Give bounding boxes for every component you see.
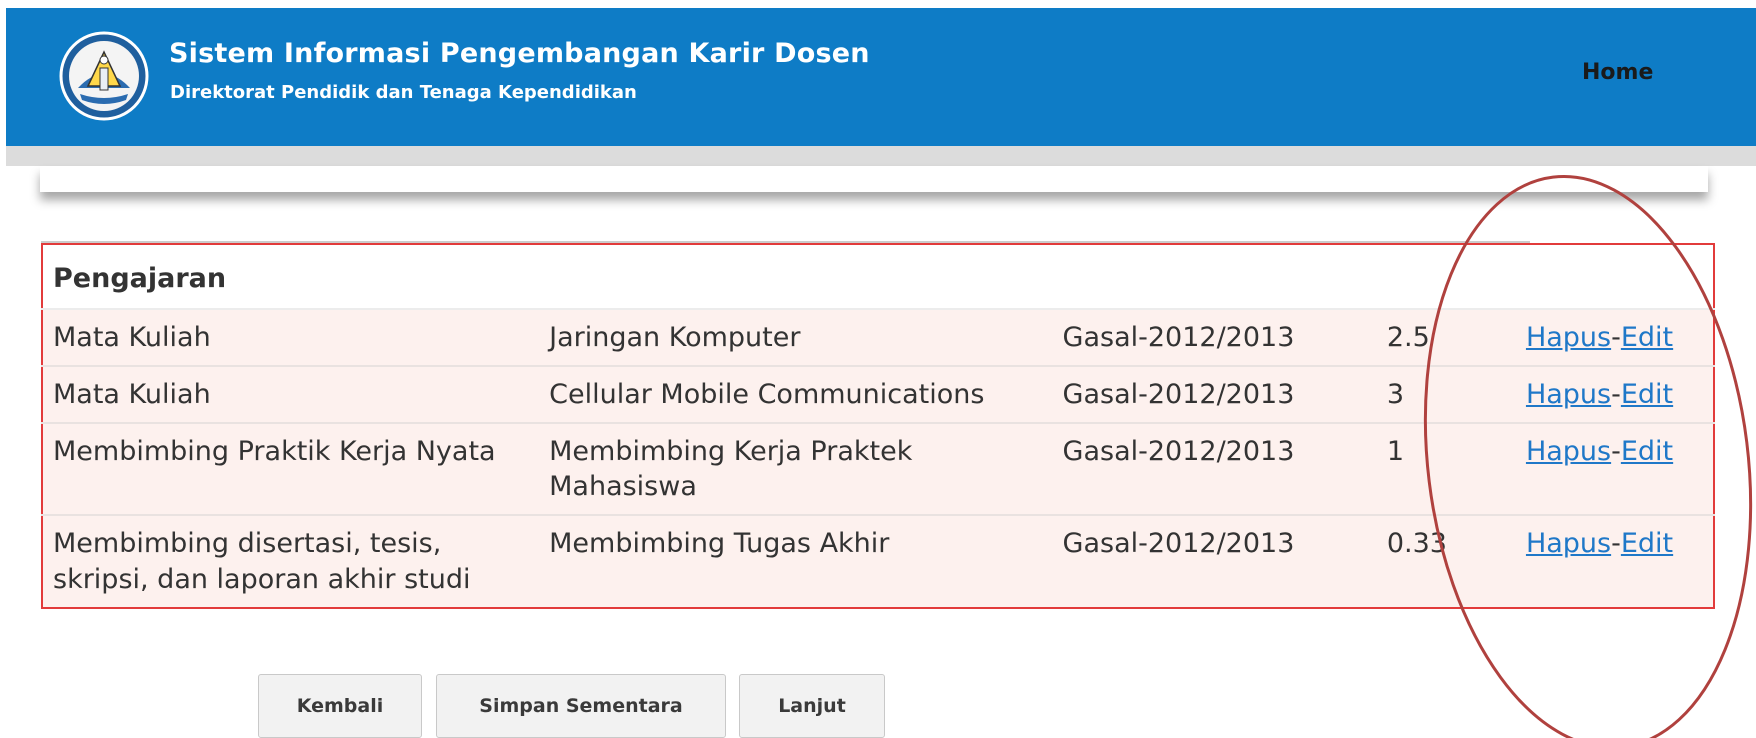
kategori-cell: Membimbing Praktik Kerja Nyata: [42, 423, 540, 517]
next-button[interactable]: Lanjut: [739, 674, 885, 738]
sks-cell: 2.5: [1376, 309, 1516, 368]
content-panel: [40, 166, 1708, 192]
top-header: Sistem Informasi Pengembangan Karir Dose…: [6, 8, 1756, 146]
table-row: Membimbing disertasi, tesis, skripsi, da…: [42, 515, 1714, 608]
nama-cell: Cellular Mobile Communications: [539, 366, 1053, 425]
action-separator: -: [1611, 379, 1621, 411]
sks-cell: 1: [1376, 423, 1516, 517]
kategori-cell: Mata Kuliah: [42, 366, 540, 425]
back-button[interactable]: Kembali: [258, 674, 422, 738]
nav-home-link[interactable]: Home: [1582, 60, 1653, 85]
nama-cell: Membimbing Tugas Akhir: [539, 515, 1053, 608]
semester-cell: Gasal-2012/2013: [1052, 309, 1377, 368]
sks-cell: 3: [1376, 366, 1516, 425]
table-row: Mata Kuliah Cellular Mobile Communicatio…: [42, 366, 1714, 425]
app-subtitle: Direktorat Pendidik dan Tenaga Kependidi…: [170, 82, 637, 103]
sks-cell: 0.33: [1376, 515, 1516, 608]
save-draft-button[interactable]: Simpan Sementara: [436, 674, 726, 738]
nama-cell: Jaringan Komputer: [539, 309, 1053, 368]
edit-link[interactable]: Edit: [1621, 436, 1673, 467]
action-separator: -: [1611, 528, 1621, 560]
action-cell: Hapus-Edit: [1515, 309, 1714, 368]
edit-link[interactable]: Edit: [1621, 322, 1673, 353]
header-divider-band: [6, 146, 1756, 166]
action-separator: -: [1611, 436, 1621, 468]
semester-cell: Gasal-2012/2013: [1052, 366, 1377, 425]
hapus-link[interactable]: Hapus: [1526, 322, 1611, 353]
semester-cell: Gasal-2012/2013: [1052, 423, 1377, 517]
pengajaran-table: Pengajaran Mata Kuliah Jaringan Komputer…: [41, 243, 1715, 609]
table-row: Mata Kuliah Jaringan Komputer Gasal-2012…: [42, 309, 1714, 368]
tut-wuri-handayani-logo-icon: [59, 31, 149, 121]
action-separator: -: [1611, 322, 1621, 354]
edit-link[interactable]: Edit: [1621, 528, 1673, 559]
page: Sistem Informasi Pengembangan Karir Dose…: [0, 0, 1756, 738]
kategori-cell: Membimbing disertasi, tesis, skripsi, da…: [42, 515, 540, 608]
action-cell: Hapus-Edit: [1515, 515, 1714, 608]
kategori-cell: Mata Kuliah: [42, 309, 540, 368]
section-title: Pengajaran: [42, 244, 1714, 311]
nama-cell: Membimbing Kerja Praktek Mahasiswa: [539, 423, 1053, 517]
hapus-link[interactable]: Hapus: [1526, 436, 1611, 467]
hapus-link[interactable]: Hapus: [1526, 379, 1611, 410]
semester-cell: Gasal-2012/2013: [1052, 515, 1377, 608]
table-row: Membimbing Praktik Kerja Nyata Membimbin…: [42, 423, 1714, 517]
section-header-row: Pengajaran: [42, 244, 1714, 311]
action-cell: Hapus-Edit: [1515, 423, 1714, 517]
app-title: Sistem Informasi Pengembangan Karir Dose…: [169, 38, 870, 69]
hapus-link[interactable]: Hapus: [1526, 528, 1611, 559]
edit-link[interactable]: Edit: [1621, 379, 1673, 410]
action-cell: Hapus-Edit: [1515, 366, 1714, 425]
